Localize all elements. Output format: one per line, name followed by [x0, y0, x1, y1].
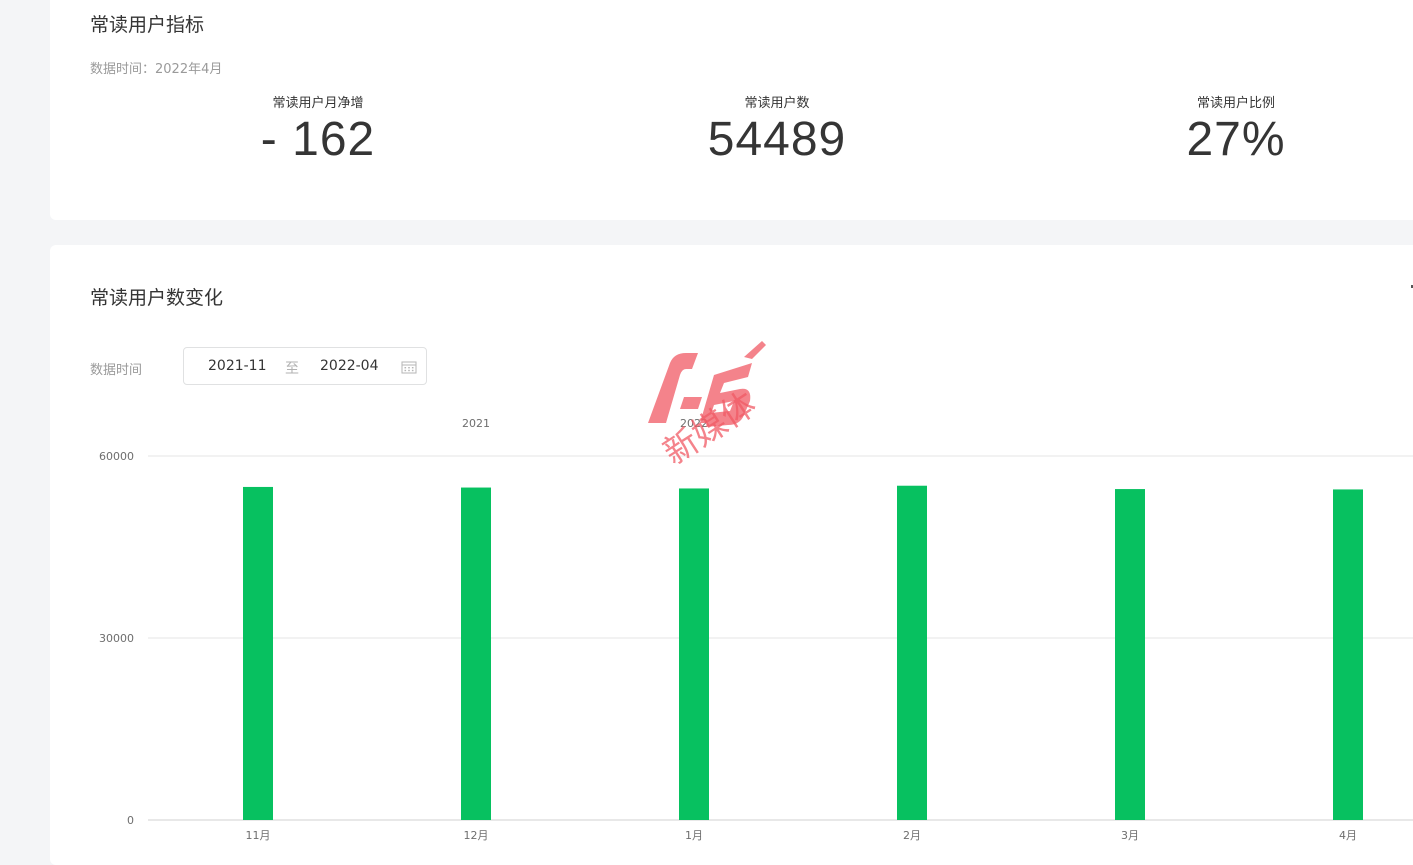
x-tick-label: 3月 [1121, 829, 1139, 842]
metric-value: 54489 [707, 113, 847, 166]
x-tick-label: 11月 [246, 829, 271, 842]
metric-user-count: 常读用户数 54489 [627, 92, 927, 168]
metrics-card: 常读用户指标 数据时间：2022年4月 常读用户月净增 - 162 常读用户数 … [50, 0, 1413, 220]
metric-label: 常读用户月净增 [272, 96, 364, 111]
metrics-card-title: 常读用户指标 [90, 14, 205, 36]
bar [897, 485, 927, 820]
chart-card: 常读用户数变化 数据时间 2021-11 至 2022-04 0 30000 600… [50, 245, 1413, 865]
metric-value: - 162 [260, 113, 376, 166]
year-label: 2021 [462, 417, 490, 430]
y-tick-label: 0 [127, 814, 134, 827]
bar [1333, 489, 1363, 820]
metric-label: 常读用户数 [744, 96, 810, 111]
bar [1115, 489, 1145, 820]
metric-net-growth: 常读用户月净增 - 162 [168, 92, 468, 168]
x-tick-label: 1月 [685, 829, 703, 842]
year-label: 2022 [680, 417, 708, 430]
metric-label: 常读用户比例 [1196, 96, 1275, 111]
bar [243, 486, 273, 820]
x-tick-label: 4月 [1339, 829, 1357, 842]
metric-user-ratio: 常读用户比例 27% [1086, 92, 1386, 168]
y-tick-label: 30000 [99, 632, 134, 645]
user-count-bar-chart: 0 30000 60000 11月 12月 1月 2月 3月 4月 2021 2022 [99, 417, 1413, 842]
bar [679, 488, 709, 820]
x-tick-label: 12月 [464, 829, 489, 842]
bar [461, 487, 491, 820]
metrics-data-time: 数据时间：2022年4月 [90, 62, 223, 77]
y-tick-label: 60000 [99, 450, 134, 463]
metric-value: 27% [1186, 113, 1286, 166]
x-tick-label: 2月 [903, 829, 921, 842]
